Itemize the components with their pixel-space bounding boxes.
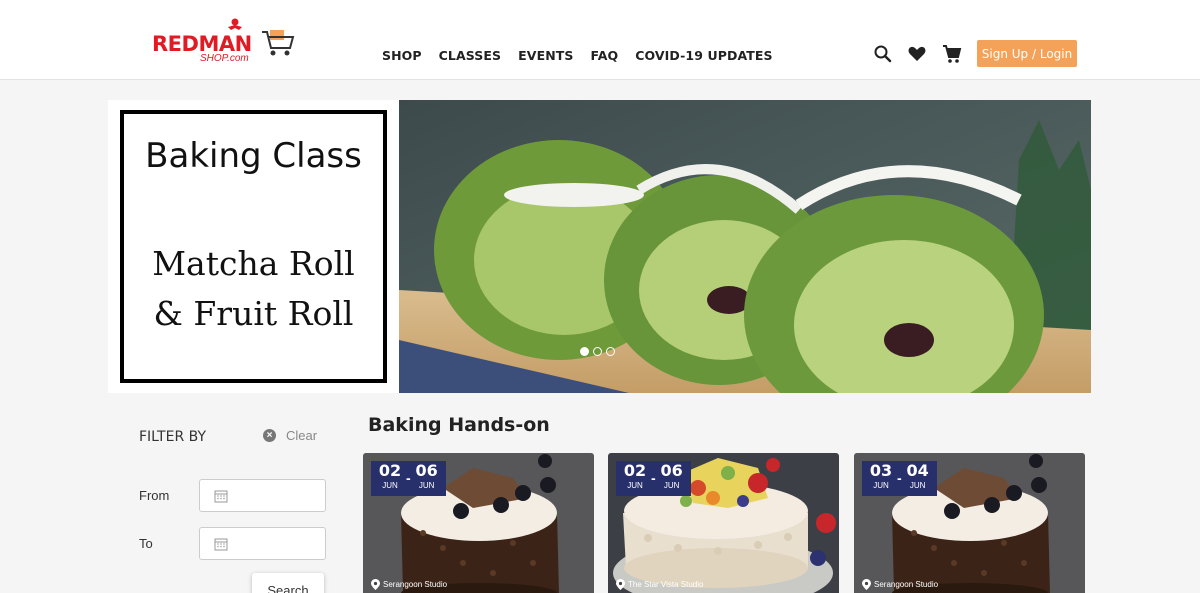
date-badge: 02 JUN - 06 JUN	[616, 461, 691, 496]
nav-covid-updates[interactable]: COVID-19 UPDATES	[635, 48, 772, 63]
clear-filter-button[interactable]: × Clear	[263, 428, 317, 443]
matcha-roll-photo	[399, 100, 1091, 393]
date-separator: -	[406, 470, 411, 486]
main-nav: SHOP CLASSES EVENTS FAQ COVID-19 UPDATES	[382, 48, 790, 63]
search-button[interactable]: Search	[252, 573, 324, 593]
to-date-field[interactable]	[199, 527, 326, 560]
section-title: Baking Hands-on	[368, 414, 550, 436]
to-label: To	[139, 536, 153, 551]
calendar-icon	[214, 490, 228, 503]
end-month: JUN	[663, 481, 680, 490]
banner-subtitle-2: & Fruit Roll	[153, 294, 354, 333]
venue-label: Serangoon Studio	[874, 580, 939, 589]
logo-subtext: SHOP.com	[200, 53, 249, 64]
carousel-indicators	[580, 347, 615, 356]
start-month: JUN	[382, 481, 398, 490]
venue-label: Serangoon Studio	[383, 580, 448, 589]
search-icon[interactable]	[873, 44, 893, 64]
end-month: JUN	[418, 481, 435, 490]
end-day: 06	[660, 461, 683, 480]
venue: The Star Vista Studio	[616, 579, 703, 590]
date-badge: 03 JUN - 04 JUN	[862, 461, 937, 496]
start-month: JUN	[627, 481, 643, 490]
venue-label: The Star Vista Studio	[628, 580, 704, 589]
start-day: 02	[623, 461, 647, 480]
from-label: From	[139, 488, 170, 503]
date-separator: -	[897, 470, 902, 486]
location-pin-icon	[862, 579, 871, 590]
redman-logo[interactable]: REDMAN SHOP.com	[152, 18, 300, 68]
shopping-cart-logo-icon	[262, 30, 295, 56]
heart-icon[interactable]	[907, 44, 927, 64]
end-day: 06	[415, 461, 438, 480]
venue: Serangoon Studio	[371, 579, 447, 590]
site-header: REDMAN SHOP.com SHOP CLASSES EVENTS FAQ …	[0, 0, 1200, 80]
nav-classes[interactable]: CLASSES	[439, 48, 502, 63]
nav-shop[interactable]: SHOP	[382, 48, 422, 63]
banner-subtitle-1: Matcha Roll	[152, 244, 355, 283]
carousel-dot-3[interactable]	[606, 347, 615, 356]
close-icon: ×	[263, 429, 276, 442]
banner-text-panel: Baking Class Matcha Roll & Fruit Roll	[108, 100, 399, 393]
from-date-field[interactable]	[199, 479, 326, 512]
carousel-dot-1[interactable]	[580, 347, 589, 356]
end-day: 04	[906, 461, 929, 480]
date-separator: -	[651, 470, 656, 486]
banner-frame: Baking Class Matcha Roll & Fruit Roll	[120, 110, 387, 383]
hero-carousel: Baking Class Matcha Roll & Fruit Roll	[108, 100, 1091, 393]
clear-label: Clear	[286, 428, 318, 443]
class-card[interactable]: 03 JUN - 04 JUN Serangoon Studio	[854, 453, 1085, 593]
date-badge: 02 JUN - 06 JUN	[371, 461, 446, 496]
nav-events[interactable]: EVENTS	[518, 48, 573, 63]
nav-faq[interactable]: FAQ	[591, 48, 619, 63]
venue: Serangoon Studio	[862, 579, 938, 590]
start-month: JUN	[873, 481, 889, 490]
cart-icon[interactable]	[942, 44, 962, 64]
start-day: 03	[869, 461, 893, 480]
calendar-icon	[214, 538, 228, 551]
class-card[interactable]: 02 JUN - 06 JUN The Star Vista Studio	[608, 453, 839, 593]
signup-login-button[interactable]: Sign Up / Login	[977, 40, 1077, 67]
location-pin-icon	[371, 579, 380, 590]
class-card[interactable]: 02 JUN - 06 JUN Serangoon Studio	[363, 453, 594, 593]
filter-title: FILTER BY	[139, 429, 207, 445]
banner-title: Baking Class	[145, 136, 362, 176]
carousel-dot-2[interactable]	[593, 347, 602, 356]
end-month: JUN	[909, 481, 926, 490]
location-pin-icon	[616, 579, 625, 590]
start-day: 02	[378, 461, 402, 480]
